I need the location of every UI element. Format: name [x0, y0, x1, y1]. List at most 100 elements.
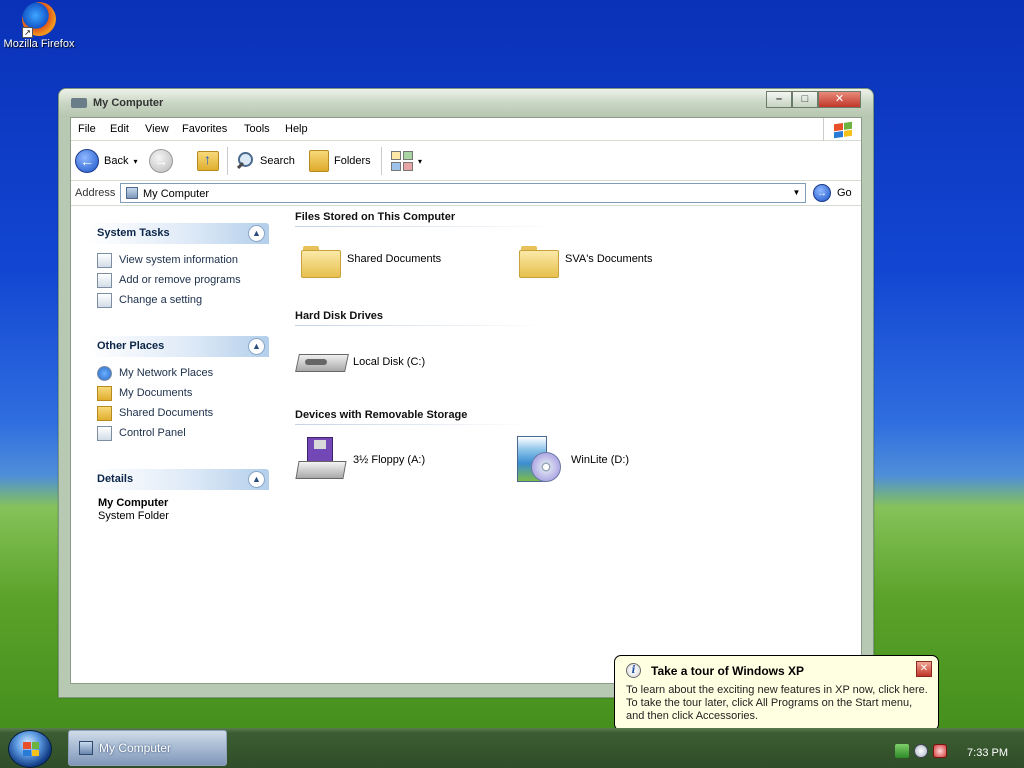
- details-header[interactable]: Details ▲: [89, 469, 269, 490]
- close-button[interactable]: ✕: [818, 91, 861, 108]
- other-places-header[interactable]: Other Places ▲: [89, 336, 269, 357]
- other-places-list: My Network Places My Documents Shared Do…: [89, 357, 269, 443]
- system-tasks-list: View system information Add or remove pr…: [89, 244, 269, 310]
- collapse-chevron-icon[interactable]: ▲: [248, 225, 265, 242]
- collapse-chevron-icon[interactable]: ▲: [248, 338, 265, 355]
- up-button[interactable]: [197, 149, 219, 173]
- taskbar-button-label: My Computer: [99, 741, 172, 755]
- place-my-documents[interactable]: My Documents: [97, 383, 269, 403]
- standard-toolbar: ← Back ▾ → Search Folders ▾: [71, 141, 861, 181]
- collapse-chevron-icon[interactable]: ▲: [248, 471, 265, 488]
- clock[interactable]: 7:33 PM: [967, 747, 1008, 759]
- shortcut-arrow-icon: ↗: [22, 27, 33, 38]
- balloon-line: and then click Accessories.: [626, 710, 759, 722]
- menu-bar: File Edit View Favorites Tools Help: [71, 118, 861, 141]
- menu-tools[interactable]: Tools: [244, 123, 270, 135]
- go-button[interactable]: → Go: [813, 184, 852, 202]
- task-label: Add or remove programs: [119, 274, 241, 286]
- documents-icon: [97, 385, 112, 401]
- back-button[interactable]: ← Back ▾: [75, 149, 137, 173]
- windows-update-icon[interactable]: [914, 744, 928, 758]
- place-shared-documents[interactable]: Shared Documents: [97, 403, 269, 423]
- address-value: My Computer: [143, 188, 210, 200]
- group-header-files-stored: Files Stored on This Computer: [295, 211, 456, 223]
- windows-flag-icon: [23, 742, 39, 756]
- window-controls: – □ ✕: [766, 91, 861, 108]
- item-floppy-a[interactable]: 3½ Floppy (A:): [295, 437, 425, 483]
- folders-button[interactable]: Folders: [309, 149, 371, 173]
- views-button[interactable]: ▾: [391, 149, 422, 173]
- toolbar-separator: [227, 147, 228, 175]
- firefox-icon: ↗: [22, 2, 56, 38]
- task-change-setting[interactable]: Change a setting: [97, 290, 269, 310]
- system-tasks-box: System Tasks ▲ View system information A…: [89, 223, 269, 310]
- details-body: My Computer System Folder: [89, 490, 269, 522]
- computer-icon: [71, 98, 87, 108]
- place-label: My Documents: [119, 387, 193, 399]
- item-local-disk-c[interactable]: Local Disk (C:): [297, 348, 425, 376]
- folder-up-icon: [197, 151, 219, 171]
- add-remove-icon: [97, 272, 112, 288]
- search-label: Search: [260, 155, 295, 167]
- details-title: Details: [97, 473, 134, 485]
- window-titlebar[interactable]: My Computer – □ ✕: [59, 89, 873, 117]
- floppy-drive-icon: [295, 437, 347, 483]
- control-panel-icon: [97, 425, 112, 441]
- minimize-button[interactable]: –: [766, 91, 792, 108]
- item-svas-documents[interactable]: SVA's Documents: [519, 242, 653, 278]
- item-shared-documents[interactable]: Shared Documents: [301, 242, 442, 278]
- item-label: Local Disk (C:): [353, 356, 426, 368]
- cd-drive-icon: [515, 436, 563, 484]
- place-control-panel[interactable]: Control Panel: [97, 423, 269, 443]
- address-dropdown-icon[interactable]: ▼: [788, 184, 805, 202]
- details-item-type: System Folder: [98, 510, 169, 522]
- taskbar-button-my-computer[interactable]: My Computer: [68, 730, 227, 766]
- search-icon: [235, 151, 255, 171]
- info-icon: i: [626, 663, 641, 678]
- folders-icon: [309, 150, 329, 172]
- balloon-close-button[interactable]: ✕: [916, 661, 932, 677]
- balloon-line: To take the tour later, click All Progra…: [626, 697, 913, 709]
- place-my-network-places[interactable]: My Network Places: [97, 363, 269, 383]
- place-label: My Network Places: [119, 367, 214, 379]
- windows-flag-icon: [833, 121, 852, 138]
- file-view: Files Stored on This Computer Shared Doc…: [281, 206, 861, 683]
- balloon-message: To learn about the exciting new features…: [626, 684, 928, 723]
- item-label: WinLite (D:): [571, 454, 630, 466]
- back-dropdown-icon: ▾: [133, 156, 138, 166]
- forward-arrow-icon: →: [149, 149, 173, 173]
- maximize-button[interactable]: □: [792, 91, 818, 108]
- forward-button[interactable]: →: [149, 149, 173, 173]
- security-alert-icon[interactable]: [933, 744, 947, 758]
- search-button[interactable]: Search: [235, 149, 295, 173]
- back-label: Back: [104, 155, 129, 167]
- toolbar-separator: [381, 147, 382, 175]
- item-winlite-d[interactable]: WinLite (D:): [515, 436, 629, 484]
- balloon-line: To learn about the exciting new features…: [626, 684, 928, 696]
- balloon-title: Take a tour of Windows XP: [651, 664, 805, 678]
- address-field[interactable]: My Computer ▼: [120, 183, 806, 203]
- menu-file[interactable]: File: [78, 123, 96, 135]
- task-view-system-information[interactable]: View system information: [97, 250, 269, 270]
- desktop-icon-firefox[interactable]: ↗ Mozilla Firefox: [2, 2, 76, 50]
- task-add-remove-programs[interactable]: Add or remove programs: [97, 270, 269, 290]
- group-divider: [295, 424, 531, 425]
- my-computer-window: My Computer – □ ✕ File Edit View Favorit…: [58, 88, 874, 698]
- menu-view[interactable]: View: [145, 123, 169, 135]
- item-label: SVA's Documents: [565, 253, 653, 265]
- computer-icon: [79, 741, 93, 755]
- task-pane: System Tasks ▲ View system information A…: [71, 206, 281, 683]
- menu-help[interactable]: Help: [285, 123, 308, 135]
- start-button[interactable]: [8, 730, 52, 768]
- views-dropdown-icon: ▾: [418, 156, 423, 166]
- other-places-box: Other Places ▲ My Network Places My Docu…: [89, 336, 269, 443]
- menu-favorites[interactable]: Favorites: [182, 123, 227, 135]
- menu-edit[interactable]: Edit: [110, 123, 129, 135]
- tour-notification-balloon[interactable]: i Take a tour of Windows XP ✕ To learn a…: [614, 655, 939, 743]
- system-tasks-header[interactable]: System Tasks ▲: [89, 223, 269, 244]
- group-divider: [295, 325, 547, 326]
- item-label: Shared Documents: [347, 253, 442, 265]
- computer-icon: [126, 187, 138, 199]
- system-tray: 7:33 PM: [894, 728, 1024, 768]
- network-icon[interactable]: [895, 744, 909, 758]
